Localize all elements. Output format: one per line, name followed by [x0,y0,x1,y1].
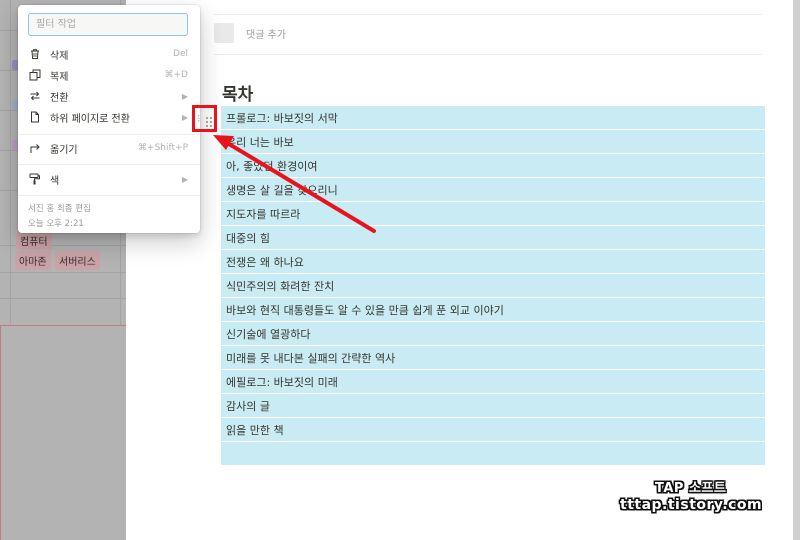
toc-item[interactable]: 아, 좋았던 환경이여 [221,154,765,178]
toc-item[interactable]: 읽을 만한 책 [221,418,765,442]
menu-item-label: 하위 페이지로 전환 [50,113,130,125]
menu-item-color[interactable]: 색 ▶ [18,169,200,189]
toc-item[interactable]: 우리 너는 바보 [221,130,765,154]
add-block-icon[interactable]: ⁝ [197,112,201,125]
menu-item-label: 옮기기 [50,144,78,156]
menu-item-label: 전환 [50,92,69,104]
shortcut-label: ⌘+Shift+P [138,143,188,153]
divider [214,54,762,55]
tag-computer: 컴퓨터 [16,231,52,250]
trash-icon [28,47,42,61]
tag-amazon: 아마존 [15,251,51,270]
menu-item-move-to[interactable]: 옮기기 ⌘+Shift+P [18,138,200,158]
duplicate-icon [28,68,42,82]
tag-serverless: 서버리스 [55,251,100,270]
page-content: 댓글 추가 목차 프롤로그: 바보짓의 서막 우리 너는 바보 아, 좋았던 환… [126,0,793,540]
watermark-url: tttap.tistory.com [620,497,763,513]
table-border [0,325,1,540]
comment-row[interactable]: 댓글 추가 [214,23,286,43]
toc-item[interactable]: 전쟁은 왜 하나요 [221,250,765,274]
last-edited-time: 오늘 오후 2:21 [28,219,84,229]
menu-divider [18,134,200,135]
menu-item-turn-into-page[interactable]: 하위 페이지로 전환 ▶ [18,107,200,127]
watermark-brand: TAP 소프트 [655,481,727,496]
toc-item-empty[interactable] [221,442,765,466]
menu-item-label: 삭제 [50,50,69,62]
table-gridline [0,272,126,273]
add-comment-label[interactable]: 댓글 추가 [246,26,286,41]
table-border [0,325,126,326]
toc-item[interactable]: 프롤로그: 바보짓의 서막 [221,106,765,130]
toc-item[interactable]: 미래를 못 내다본 실패의 간략한 역사 [221,346,765,370]
toc-item[interactable]: 대중의 힘 [221,226,765,250]
toc-item[interactable]: 에필로그: 바보짓의 미래 [221,370,765,394]
move-icon [28,141,42,155]
drag-handle-icon[interactable] [205,113,213,132]
submenu-arrow-icon: ▶ [181,112,188,122]
page-icon [28,110,42,124]
menu-divider [18,164,200,165]
menu-item-duplicate[interactable]: 복제 ⌘+D [18,65,200,85]
menu-item-label: 색 [50,175,60,187]
block-context-menu: 삭제 Del 복제 ⌘+D 전환 ▶ 하위 페이지로 전환 ▶ 옮기기 ⌘+Sh… [18,5,200,233]
table-gridline [10,0,11,325]
toc-item[interactable]: 바보와 현직 대통령들도 알 수 있을 만큼 쉽게 푼 외교 이야기 [221,298,765,322]
menu-item-delete[interactable]: 삭제 Del [18,44,200,64]
toc-item[interactable]: 감사의 글 [221,394,765,418]
menu-item-label: 복제 [50,71,69,83]
divider [214,14,762,15]
toc-heading: 목차 [222,85,254,105]
last-edited-by: 서진 홍 최종 편집 [28,204,91,214]
filter-actions-input[interactable] [28,13,188,36]
shortcut-label: Del [173,49,188,59]
submenu-arrow-icon: ▶ [181,174,188,184]
submenu-arrow-icon: ▶ [181,91,188,101]
toc-item[interactable]: 식민주의의 화려한 잔치 [221,274,765,298]
toc-item[interactable]: 신기술에 열광하다 [221,322,765,346]
menu-item-turn-into[interactable]: 전환 ▶ [18,86,200,106]
menu-divider [18,195,200,196]
toc-item[interactable]: 생명은 살 길을 찾으리니 [221,178,765,202]
right-dim-strip [793,0,800,540]
avatar [214,23,234,43]
paint-roller-icon [28,172,42,186]
toc-item[interactable]: 지도자를 따르라 [221,202,765,226]
shortcut-label: ⌘+D [164,70,188,80]
convert-icon [28,89,42,103]
toc-list: 프롤로그: 바보짓의 서막 우리 너는 바보 아, 좋았던 환경이여 생명은 살… [221,106,765,466]
table-gridline [0,298,126,299]
